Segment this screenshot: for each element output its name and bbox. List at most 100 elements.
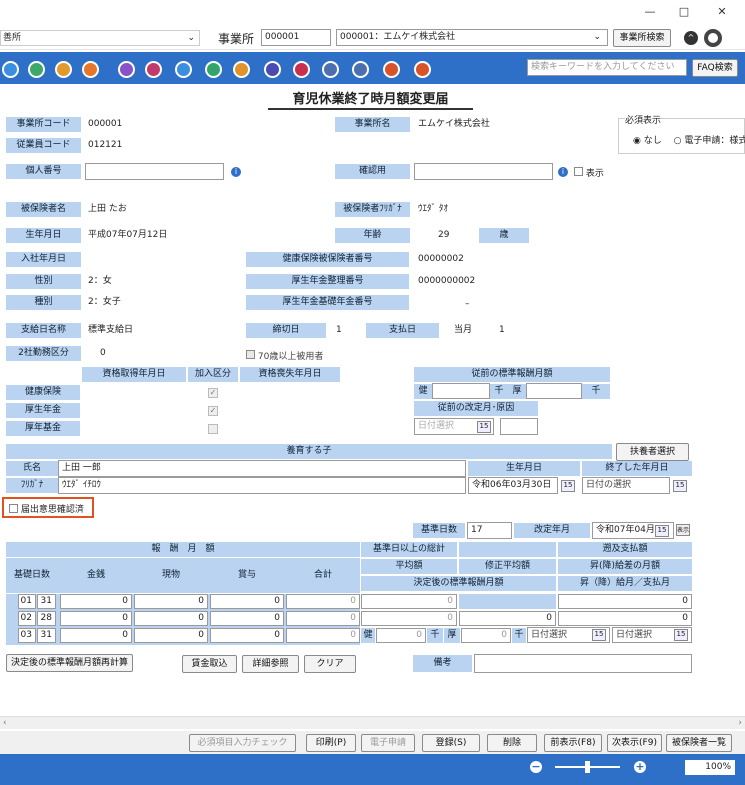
recalc-button[interactable]: 決定後の標準報酬月額再計算: [6, 654, 133, 672]
calendar-icon[interactable]: 15: [561, 480, 575, 492]
print-button[interactable]: 印刷(P): [306, 734, 356, 752]
calendar-icon[interactable]: 15: [592, 629, 606, 641]
mynumber-label: 個人番号: [6, 164, 81, 179]
calendar-icon[interactable]: [293, 61, 310, 78]
retro-hdr: 遡及支払額: [558, 542, 692, 557]
horizontal-scrollbar[interactable]: ‹ ›: [0, 716, 745, 729]
maximize-button[interactable]: □: [674, 5, 694, 19]
gear-icon[interactable]: [704, 29, 722, 47]
child-end-input[interactable]: 日付の選択: [582, 477, 670, 494]
book-icon[interactable]: [264, 61, 281, 78]
fund-checkbox[interactable]: [208, 424, 218, 434]
row2-cash[interactable]: 0: [60, 611, 132, 626]
user-icon[interactable]: [55, 61, 72, 78]
type-label: 種別: [6, 295, 81, 310]
row3-goods[interactable]: 0: [134, 628, 208, 643]
person-icon[interactable]: [205, 61, 222, 78]
mynumber-input[interactable]: [85, 163, 224, 180]
row3-bonus[interactable]: 0: [210, 628, 284, 643]
radio-none[interactable]: ◉: [633, 136, 644, 146]
prev-button[interactable]: 前表示(F8): [544, 734, 602, 752]
health-no-value: 00000002: [418, 254, 464, 264]
child-birth-input[interactable]: 令和06年03月30日: [468, 477, 558, 494]
child-kana-input[interactable]: ｳｴﾀﾞ ｲﾁﾛｳ: [58, 477, 466, 494]
notice-confirmed-checkbox[interactable]: 届出意思確認済: [2, 497, 94, 518]
adj-value[interactable]: 0: [459, 611, 556, 626]
wage-import-button[interactable]: 賃金取込: [182, 655, 237, 673]
radio-e[interactable]: ○: [665, 136, 685, 146]
insured-list-button[interactable]: 被保険者一覧: [666, 734, 732, 752]
calendar-icon[interactable]: 15: [673, 480, 687, 492]
app-icon-1[interactable]: [2, 61, 19, 78]
keyword-search-input[interactable]: 検索キーワードを入力してください: [527, 59, 687, 76]
pension-checkbox[interactable]: ✓: [208, 406, 218, 416]
confirm-input[interactable]: [414, 163, 553, 180]
basis-days-input[interactable]: 17: [467, 522, 512, 539]
delete-button[interactable]: 削除: [487, 734, 537, 752]
diff-value[interactable]: 0: [558, 611, 692, 626]
row1-goods[interactable]: 0: [134, 594, 208, 609]
settings2-icon[interactable]: [352, 61, 369, 78]
row1-days[interactable]: 31: [37, 594, 56, 609]
col-cash: 金銭: [86, 570, 105, 580]
prev-health-input[interactable]: [432, 383, 490, 399]
row1-cash[interactable]: 0: [60, 594, 132, 609]
office-select[interactable]: 000001：エムケイ株式会社 ⌄: [336, 29, 608, 46]
office-name-value: エムケイ株式会社: [418, 119, 490, 129]
show-checkbox[interactable]: 表示: [574, 166, 604, 179]
health-no-label: 健康保険被保険者番号: [246, 252, 409, 267]
required-check-button[interactable]: 必須項目入力チェック: [189, 734, 296, 752]
home-icon[interactable]: [233, 61, 250, 78]
next-button[interactable]: 次表示(F9): [607, 734, 662, 752]
calendar-icon[interactable]: 15: [674, 629, 688, 641]
row2-days[interactable]: 28: [37, 611, 56, 626]
app-icon-2[interactable]: [28, 61, 45, 78]
office-search-button[interactable]: 事業所検索: [613, 29, 671, 47]
zoom-level[interactable]: 100%: [685, 760, 735, 775]
left-select[interactable]: 善所 ⌄: [0, 30, 200, 46]
over70-checkbox[interactable]: 70歳以上被用者: [246, 349, 323, 362]
info-icon[interactable]: i: [231, 167, 241, 177]
dependent-select-button[interactable]: 扶養者選択: [616, 443, 689, 461]
calendar-icon[interactable]: 15: [477, 421, 491, 433]
prev-rev-reason[interactable]: [500, 418, 538, 435]
close-button[interactable]: ✕: [712, 5, 732, 19]
zoom-in-icon[interactable]: +: [634, 761, 646, 773]
retro-value[interactable]: 0: [558, 594, 692, 609]
scroll-right-icon[interactable]: ›: [738, 718, 742, 728]
show-icon[interactable]: 表示: [676, 524, 690, 536]
register-button[interactable]: 登録(S): [422, 734, 480, 752]
info-icon[interactable]: i: [558, 167, 568, 177]
settings-icon[interactable]: [322, 61, 339, 78]
row1-bonus[interactable]: 0: [210, 594, 284, 609]
sen-label-2: 千: [582, 384, 610, 399]
camera-icon[interactable]: [175, 61, 192, 78]
document-icon[interactable]: [82, 61, 99, 78]
edit-icon[interactable]: [118, 61, 135, 78]
child-kana-label: ﾌﾘｶﾞﾅ: [6, 478, 58, 493]
scroll-left-icon[interactable]: ‹: [3, 718, 7, 728]
row3-days[interactable]: 31: [37, 628, 56, 643]
row2-goods[interactable]: 0: [134, 611, 208, 626]
remark-input[interactable]: [474, 654, 692, 673]
row2-bonus[interactable]: 0: [210, 611, 284, 626]
row3-cash[interactable]: 0: [60, 628, 132, 643]
e-apply-button[interactable]: 電子申請: [361, 734, 415, 752]
page-title: 育児休業終了時月額変更届: [268, 88, 473, 110]
child-name-input[interactable]: 上田 一郎: [58, 460, 466, 477]
tool2-icon[interactable]: [414, 61, 431, 78]
zoom-slider-handle[interactable]: [585, 761, 590, 773]
zoom-out-icon[interactable]: −: [530, 761, 542, 773]
office-code-input[interactable]: 000001: [261, 29, 331, 46]
prev-pension-input[interactable]: [526, 383, 582, 399]
tool-icon[interactable]: [383, 61, 400, 78]
health-checkbox[interactable]: ✓: [208, 388, 218, 398]
grid-icon[interactable]: [145, 61, 162, 78]
detail-button[interactable]: 詳細参照: [242, 655, 299, 673]
office-code-label: 事業所コード: [6, 117, 81, 132]
chevron-up-icon[interactable]: ^: [684, 31, 698, 45]
faq-search-button[interactable]: FAQ検索: [692, 59, 738, 77]
calendar-icon[interactable]: 15: [655, 525, 669, 537]
clear-button[interactable]: クリア: [304, 655, 356, 673]
minimize-button[interactable]: —: [640, 5, 660, 19]
